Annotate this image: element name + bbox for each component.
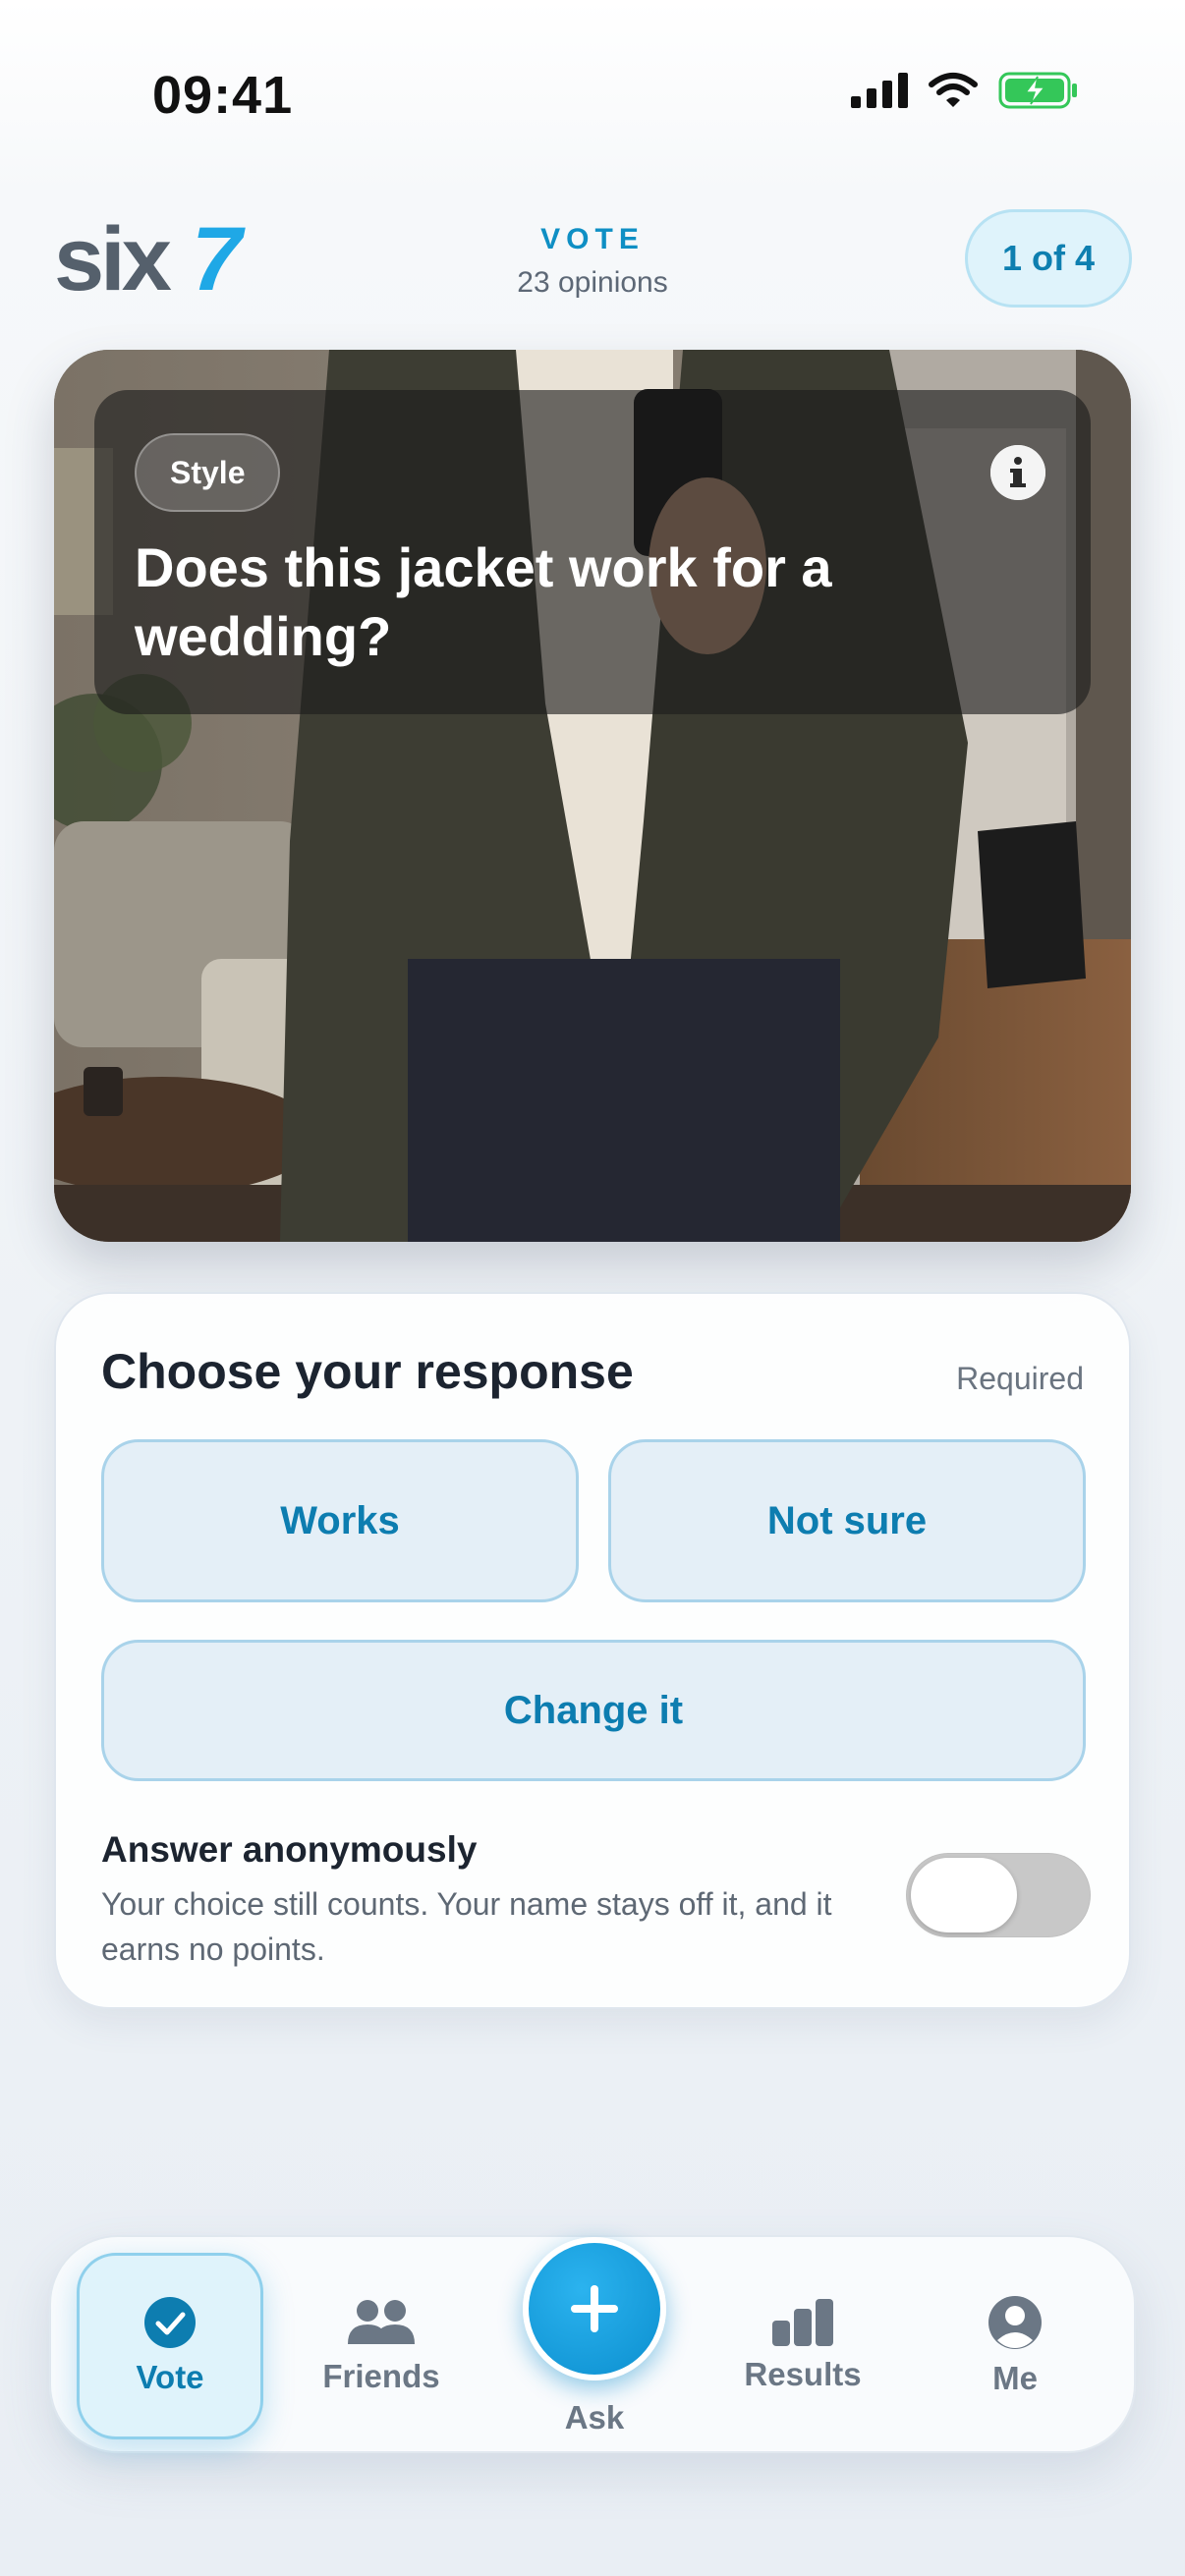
post-photo-card: Style Does this jacket work for a weddin… <box>54 350 1131 1242</box>
change-it-button[interactable]: Change it <box>101 1640 1086 1781</box>
tab-ask-label: Ask <box>564 2399 625 2436</box>
battery-charging-icon <box>998 72 1077 109</box>
anonymous-toggle[interactable] <box>906 1853 1091 1937</box>
status-bar: 09:41 <box>0 0 1185 187</box>
info-button[interactable] <box>990 445 1045 500</box>
wifi-icon <box>929 73 978 107</box>
cellular-signal-icon <box>851 73 908 108</box>
tab-friends-label: Friends <box>322 2358 440 2394</box>
check-circle-icon <box>144 2297 196 2348</box>
works-button[interactable]: Works <box>101 1439 579 1602</box>
tab-vote-label: Vote <box>136 2359 204 2395</box>
tab-results[interactable]: Results <box>709 2253 896 2439</box>
anonymous-description: Your choice still counts. Your name stay… <box>101 1886 832 1967</box>
tab-bar: Vote Friends Ask Results Me <box>49 2235 1136 2453</box>
response-card: Choose your response Required Works Not … <box>54 1292 1131 2009</box>
people-icon <box>348 2300 415 2344</box>
toggle-knob <box>911 1858 1017 1932</box>
user-circle-icon <box>988 2296 1042 2349</box>
anonymous-title: Answer anonymously <box>101 1829 478 1870</box>
status-time: 09:41 <box>152 66 294 125</box>
tab-me[interactable]: Me <box>922 2253 1108 2439</box>
required-label: Required <box>956 1361 1084 1396</box>
tab-me-label: Me <box>992 2360 1038 2396</box>
tab-results-label: Results <box>744 2356 862 2392</box>
topic-chip: Style <box>135 433 281 512</box>
status-icons <box>851 71 1079 110</box>
not-sure-button[interactable]: Not sure <box>608 1439 1086 1602</box>
ask-button[interactable] <box>523 2237 666 2380</box>
bar-chart-icon <box>772 2299 833 2346</box>
tab-friends[interactable]: Friends <box>288 2253 475 2439</box>
plus-icon <box>571 2285 618 2332</box>
info-icon <box>990 445 1045 500</box>
question-text: Does this jacket work for a wedding? <box>135 536 832 667</box>
question-overlay: Style Does this jacket work for a weddin… <box>94 390 1091 714</box>
tab-vote[interactable]: Vote <box>77 2253 263 2439</box>
response-title: Choose your response <box>101 1344 634 1399</box>
question-counter: 1 of 4 <box>965 209 1132 308</box>
